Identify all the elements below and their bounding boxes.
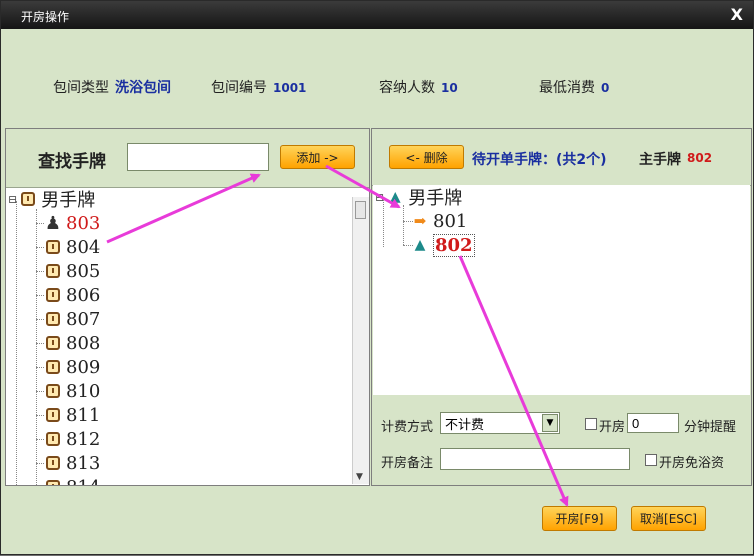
add-button[interactable]: 添加 -> xyxy=(280,145,355,169)
clock-icon xyxy=(44,262,62,280)
minutes-input[interactable] xyxy=(627,413,679,433)
person-icon: ♟ xyxy=(44,212,62,234)
list-item[interactable]: 813 xyxy=(36,451,101,475)
list-item[interactable]: 808 xyxy=(36,331,101,355)
list-item-label: 805 xyxy=(66,260,101,282)
clock-icon xyxy=(44,358,62,376)
capacity-info: 容纳人数 10 xyxy=(379,77,458,97)
delete-button[interactable]: <- 删除 xyxy=(389,145,464,169)
list-item-label: 813 xyxy=(66,452,101,474)
right-item-label: 801 xyxy=(433,210,468,232)
capacity-value: 10 xyxy=(441,81,458,95)
right-tree-item-selected[interactable]: ▲ 802 xyxy=(411,233,475,257)
clock-icon xyxy=(44,310,62,328)
remark-input[interactable] xyxy=(440,448,630,470)
search-input[interactable] xyxy=(127,143,269,171)
open-checkbox-label: 开房 xyxy=(599,420,626,435)
free-bath-checkbox[interactable] xyxy=(645,454,657,466)
left-panel-header: 查找手牌 添加 -> xyxy=(6,129,369,188)
window-title: 开房操作 xyxy=(21,10,70,24)
collapse-icon[interactable]: ⊟ xyxy=(8,193,17,206)
arrow-right-icon: ➡ xyxy=(413,212,427,230)
right-tree-item[interactable]: ➡ 801 xyxy=(411,209,468,233)
clock-icon xyxy=(44,334,62,352)
list-item[interactable]: 807 xyxy=(36,307,101,331)
list-item-label: 804 xyxy=(66,236,101,258)
right-tree-root-label: 男手牌 xyxy=(408,188,463,209)
right-panel: <- 删除 待开单手牌：(共2个) 主手牌 802 ⊟ ▲ 男手牌 ➡ 801 … xyxy=(371,128,752,486)
right-tree-root[interactable]: ⊟ ▲ 男手牌 xyxy=(375,185,462,209)
title-bar: 开房操作 X xyxy=(1,1,753,29)
list-item-label: 806 xyxy=(66,284,101,306)
clock-icon xyxy=(44,478,62,485)
left-tree: ⊟ 男手牌 ♟ 803 804 805 806 807 808 809 810 811 812 813… xyxy=(6,187,351,485)
clock-icon xyxy=(19,190,37,208)
left-scrollbar[interactable]: ▼ xyxy=(352,197,369,484)
room-no-info: 包间编号 1001 xyxy=(211,77,306,97)
chevron-down-icon[interactable]: ▼ xyxy=(542,414,558,432)
list-item-label: 812 xyxy=(66,428,101,450)
pending-label: 待开单手牌：(共2个) xyxy=(472,152,607,168)
room-type-info: 包间类型 洗浴包间 xyxy=(53,77,171,97)
list-item-label: 808 xyxy=(66,332,101,354)
min-spend-label: 最低消费 xyxy=(539,80,595,96)
free-bath-label: 开房免浴资 xyxy=(659,456,725,471)
clock-icon xyxy=(44,406,62,424)
minutes-label: 分钟提醒 xyxy=(684,420,737,435)
right-panel-header: <- 删除 待开单手牌：(共2个) 主手牌 802 xyxy=(372,129,751,186)
room-type-value: 洗浴包间 xyxy=(115,80,171,96)
billing-select[interactable]: 不计费 ▼ xyxy=(440,412,560,434)
billing-label: 计费方式 xyxy=(381,420,434,435)
close-icon[interactable]: X xyxy=(731,5,743,24)
list-item[interactable]: 812 xyxy=(36,427,101,451)
collapse-icon[interactable]: ⊟ xyxy=(375,191,384,204)
billing-value: 不计费 xyxy=(445,417,485,433)
remark-label: 开房备注 xyxy=(381,456,434,471)
list-item[interactable]: 810 xyxy=(36,379,101,403)
list-item-label: 803 xyxy=(66,212,101,234)
tree-root-male[interactable]: ⊟ 男手牌 xyxy=(8,187,95,211)
room-type-label: 包间类型 xyxy=(53,80,109,96)
search-label: 查找手牌 xyxy=(38,152,106,172)
open-checkbox[interactable] xyxy=(585,418,597,430)
list-item-label: 809 xyxy=(66,356,101,378)
scroll-thumb[interactable] xyxy=(355,201,366,219)
min-spend-value: 0 xyxy=(601,81,610,95)
list-item[interactable]: 806 xyxy=(36,283,101,307)
list-item[interactable]: 805 xyxy=(36,259,101,283)
left-panel: 查找手牌 添加 -> ⊟ 男手牌 ♟ 803 804 805 806 807 808 809 8… xyxy=(5,128,370,486)
clock-icon xyxy=(44,238,62,256)
main-tag-label: 主手牌 xyxy=(639,152,681,168)
tree-root-label: 男手牌 xyxy=(41,190,96,211)
list-item-label: 810 xyxy=(66,380,101,402)
room-no-label: 包间编号 xyxy=(211,80,267,96)
list-item-label: 807 xyxy=(66,308,101,330)
capacity-label: 容纳人数 xyxy=(379,80,435,96)
clock-icon xyxy=(44,382,62,400)
right-item-label-selected: 802 xyxy=(433,233,475,257)
clock-icon xyxy=(44,430,62,448)
up-arrow-icon: ▲ xyxy=(414,237,426,253)
min-spend-info: 最低消费 0 xyxy=(539,77,609,97)
scroll-down-icon[interactable]: ▼ xyxy=(356,472,363,482)
list-item-label: 811 xyxy=(66,404,101,426)
list-item[interactable]: 811 xyxy=(36,403,101,427)
list-item[interactable]: 809 xyxy=(36,355,101,379)
clock-icon xyxy=(44,454,62,472)
list-item-label: 814 xyxy=(66,477,100,486)
room-no-value: 1001 xyxy=(273,81,307,95)
list-item[interactable]: ♟ 803 xyxy=(36,211,101,235)
main-tag-value: 802 xyxy=(687,151,713,165)
list-item[interactable]: 814 xyxy=(44,475,100,485)
list-item[interactable]: 804 xyxy=(36,235,101,259)
up-arrow-icon: ▲ xyxy=(389,189,401,205)
right-tree: ⊟ ▲ 男手牌 ➡ 801 ▲ 802 xyxy=(373,185,750,395)
clock-icon xyxy=(44,286,62,304)
dialog-window: 开房操作 X 包间类型 洗浴包间 包间编号 1001 容纳人数 10 最低消费 0 查找… xyxy=(0,0,754,555)
cancel-button[interactable]: 取消[ESC] xyxy=(631,506,706,531)
open-room-button[interactable]: 开房[F9] xyxy=(542,506,617,531)
